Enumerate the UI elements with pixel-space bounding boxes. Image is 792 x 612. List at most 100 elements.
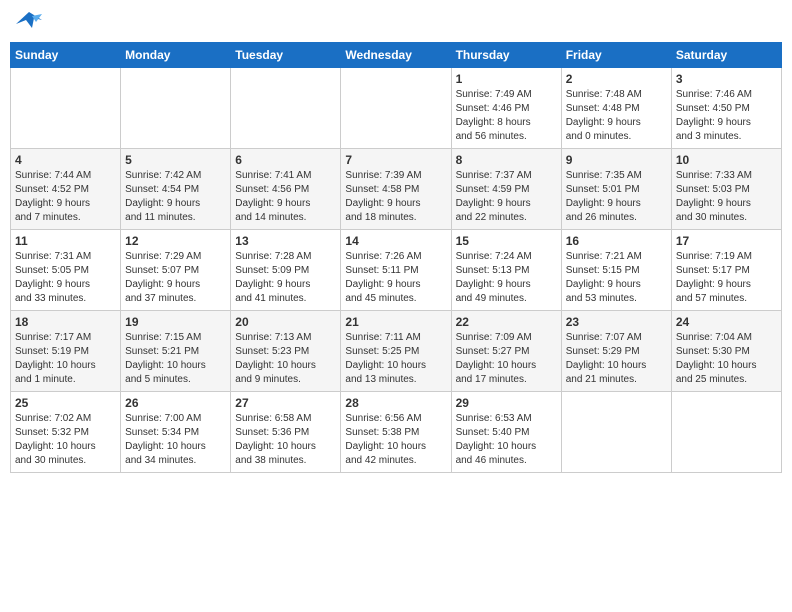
day-info: Sunrise: 7:49 AM Sunset: 4:46 PM Dayligh…: [456, 88, 557, 144]
day-number: 24: [676, 315, 777, 329]
day-number: 21: [345, 315, 446, 329]
day-header: Saturday: [671, 43, 781, 68]
calendar-cell: 11 Sunrise: 7:31 AM Sunset: 5:05 PM Dayli…: [11, 230, 121, 311]
day-number: 7: [345, 153, 446, 167]
calendar-week-row: 11 Sunrise: 7:31 AM Sunset: 5:05 PM Dayli…: [11, 230, 782, 311]
day-info: Sunrise: 7:29 AM Sunset: 5:07 PM Dayligh…: [125, 250, 226, 306]
day-info: Sunrise: 7:09 AM Sunset: 5:27 PM Dayligh…: [456, 331, 557, 387]
calendar-cell: 6Sunrise: 7:41 AM Sunset: 4:56 PM Daylig…: [231, 149, 341, 230]
day-number: 5: [125, 153, 226, 167]
day-number: 19: [125, 315, 226, 329]
calendar-cell: [11, 68, 121, 149]
calendar-table: SundayMondayTuesdayWednesdayThursdayFrid…: [10, 42, 782, 473]
calendar-cell: 14 Sunrise: 7:26 AM Sunset: 5:11 PM Dayli…: [341, 230, 451, 311]
calendar-cell: [561, 392, 671, 473]
day-number: 1: [456, 72, 557, 86]
calendar-cell: 7 Sunrise: 7:39 AM Sunset: 4:58 PM Daylig…: [341, 149, 451, 230]
day-info: Sunrise: 7:46 AM Sunset: 4:50 PM Dayligh…: [676, 88, 777, 144]
calendar-cell: 13 Sunrise: 7:28 AM Sunset: 5:09 PM Dayli…: [231, 230, 341, 311]
day-number: 3: [676, 72, 777, 86]
day-number: 10: [676, 153, 777, 167]
day-number: 29: [456, 396, 557, 410]
day-info: Sunrise: 7:48 AM Sunset: 4:48 PM Dayligh…: [566, 88, 667, 144]
calendar-cell: 10 Sunrise: 7:33 AM Sunset: 5:03 PM Dayli…: [671, 149, 781, 230]
day-number: 28: [345, 396, 446, 410]
day-number: 8: [456, 153, 557, 167]
calendar-cell: 3 Sunrise: 7:46 AM Sunset: 4:50 PM Daylig…: [671, 68, 781, 149]
day-header: Thursday: [451, 43, 561, 68]
day-info: Sunrise: 7:11 AM Sunset: 5:25 PM Dayligh…: [345, 331, 446, 387]
day-number: 27: [235, 396, 336, 410]
calendar-cell: 5 Sunrise: 7:42 AM Sunset: 4:54 PM Daylig…: [121, 149, 231, 230]
calendar-cell: [231, 68, 341, 149]
day-number: 25: [15, 396, 116, 410]
day-number: 12: [125, 234, 226, 248]
day-number: 13: [235, 234, 336, 248]
calendar-cell: 16Sunrise: 7:21 AM Sunset: 5:15 PM Dayli…: [561, 230, 671, 311]
calendar-cell: 21 Sunrise: 7:11 AM Sunset: 5:25 PM Dayli…: [341, 311, 451, 392]
day-header: Friday: [561, 43, 671, 68]
day-number: 17: [676, 234, 777, 248]
calendar-cell: 22 Sunrise: 7:09 AM Sunset: 5:27 PM Dayli…: [451, 311, 561, 392]
day-number: 6: [235, 153, 336, 167]
calendar-week-row: 25 Sunrise: 7:02 AM Sunset: 5:32 PM Dayli…: [11, 392, 782, 473]
day-info: Sunrise: 7:04 AM Sunset: 5:30 PM Dayligh…: [676, 331, 777, 387]
day-number: 9: [566, 153, 667, 167]
calendar-cell: 1 Sunrise: 7:49 AM Sunset: 4:46 PM Daylig…: [451, 68, 561, 149]
day-info: Sunrise: 7:31 AM Sunset: 5:05 PM Dayligh…: [15, 250, 116, 306]
day-number: 22: [456, 315, 557, 329]
calendar-cell: 18Sunrise: 7:17 AM Sunset: 5:19 PM Dayli…: [11, 311, 121, 392]
day-number: 16: [566, 234, 667, 248]
calendar-cell: 20Sunrise: 7:13 AM Sunset: 5:23 PM Dayli…: [231, 311, 341, 392]
calendar-cell: 29 Sunrise: 6:53 AM Sunset: 5:40 PM Dayli…: [451, 392, 561, 473]
day-info: Sunrise: 6:58 AM Sunset: 5:36 PM Dayligh…: [235, 412, 336, 468]
day-info: Sunrise: 7:13 AM Sunset: 5:23 PM Dayligh…: [235, 331, 336, 387]
calendar-cell: 24 Sunrise: 7:04 AM Sunset: 5:30 PM Dayli…: [671, 311, 781, 392]
day-info: Sunrise: 7:44 AM Sunset: 4:52 PM Dayligh…: [15, 169, 116, 225]
day-header: Sunday: [11, 43, 121, 68]
day-number: 18: [15, 315, 116, 329]
logo: [14, 10, 48, 34]
day-info: Sunrise: 6:56 AM Sunset: 5:38 PM Dayligh…: [345, 412, 446, 468]
day-info: Sunrise: 7:42 AM Sunset: 4:54 PM Dayligh…: [125, 169, 226, 225]
calendar-cell: [121, 68, 231, 149]
day-info: Sunrise: 7:15 AM Sunset: 5:21 PM Dayligh…: [125, 331, 226, 387]
calendar-week-row: 4 Sunrise: 7:44 AM Sunset: 4:52 PM Daylig…: [11, 149, 782, 230]
day-info: Sunrise: 6:53 AM Sunset: 5:40 PM Dayligh…: [456, 412, 557, 468]
calendar-week-row: 1 Sunrise: 7:49 AM Sunset: 4:46 PM Daylig…: [11, 68, 782, 149]
day-info: Sunrise: 7:19 AM Sunset: 5:17 PM Dayligh…: [676, 250, 777, 306]
calendar-cell: [671, 392, 781, 473]
day-number: 26: [125, 396, 226, 410]
calendar-cell: 9 Sunrise: 7:35 AM Sunset: 5:01 PM Daylig…: [561, 149, 671, 230]
day-info: Sunrise: 7:24 AM Sunset: 5:13 PM Dayligh…: [456, 250, 557, 306]
day-header: Wednesday: [341, 43, 451, 68]
day-number: 4: [15, 153, 116, 167]
calendar-cell: 19 Sunrise: 7:15 AM Sunset: 5:21 PM Dayli…: [121, 311, 231, 392]
day-number: 23: [566, 315, 667, 329]
day-number: 2: [566, 72, 667, 86]
day-info: Sunrise: 7:37 AM Sunset: 4:59 PM Dayligh…: [456, 169, 557, 225]
day-info: Sunrise: 7:02 AM Sunset: 5:32 PM Dayligh…: [15, 412, 116, 468]
calendar-cell: 25 Sunrise: 7:02 AM Sunset: 5:32 PM Dayli…: [11, 392, 121, 473]
day-info: Sunrise: 7:39 AM Sunset: 4:58 PM Dayligh…: [345, 169, 446, 225]
calendar-cell: 26Sunrise: 7:00 AM Sunset: 5:34 PM Dayli…: [121, 392, 231, 473]
day-number: 14: [345, 234, 446, 248]
day-number: 11: [15, 234, 116, 248]
calendar-cell: 12 Sunrise: 7:29 AM Sunset: 5:07 PM Dayli…: [121, 230, 231, 311]
calendar-cell: 23 Sunrise: 7:07 AM Sunset: 5:29 PM Dayli…: [561, 311, 671, 392]
calendar-cell: 28 Sunrise: 6:56 AM Sunset: 5:38 PM Dayli…: [341, 392, 451, 473]
calendar-cell: 27 Sunrise: 6:58 AM Sunset: 5:36 PM Dayli…: [231, 392, 341, 473]
day-info: Sunrise: 7:28 AM Sunset: 5:09 PM Dayligh…: [235, 250, 336, 306]
day-header: Tuesday: [231, 43, 341, 68]
calendar-cell: 8 Sunrise: 7:37 AM Sunset: 4:59 PM Daylig…: [451, 149, 561, 230]
day-info: Sunrise: 7:07 AM Sunset: 5:29 PM Dayligh…: [566, 331, 667, 387]
calendar-cell: 2 Sunrise: 7:48 AM Sunset: 4:48 PM Daylig…: [561, 68, 671, 149]
day-info: Sunrise: 7:33 AM Sunset: 5:03 PM Dayligh…: [676, 169, 777, 225]
calendar-cell: 4 Sunrise: 7:44 AM Sunset: 4:52 PM Daylig…: [11, 149, 121, 230]
calendar-cell: [341, 68, 451, 149]
day-info: Sunrise: 7:35 AM Sunset: 5:01 PM Dayligh…: [566, 169, 667, 225]
calendar-cell: 17 Sunrise: 7:19 AM Sunset: 5:17 PM Dayli…: [671, 230, 781, 311]
logo-icon: [14, 10, 44, 34]
calendar-cell: 15Sunrise: 7:24 AM Sunset: 5:13 PM Dayli…: [451, 230, 561, 311]
day-info: Sunrise: 7:26 AM Sunset: 5:11 PM Dayligh…: [345, 250, 446, 306]
